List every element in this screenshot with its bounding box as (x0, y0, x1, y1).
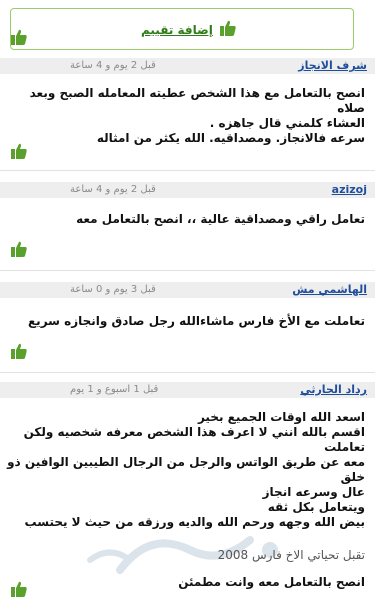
review-text: تعاملت مع الأخ فارس ماشاءالله رجل صادق و… (6, 314, 365, 329)
review-header: شرف الانجاز قبل 2 يوم و 4 ساعة (0, 58, 375, 74)
review-author-link[interactable]: الهاشمي مش (292, 283, 367, 296)
review-time: قبل 2 يوم و 4 ساعة (70, 184, 156, 195)
review-time: قبل 2 يوم و 4 ساعة (70, 60, 156, 71)
review-author-link[interactable]: azizoj (332, 183, 367, 196)
reply-text: انصح بالتعامل معه وانت مطمئن (178, 575, 365, 589)
review-author-link[interactable]: رداد الحارثي (300, 383, 367, 396)
review-header: رداد الحارثي قبل 1 اسبوع و 1 يوم (0, 382, 375, 398)
add-rating-label[interactable]: إضافة تقييم (141, 23, 213, 37)
add-rating-frame: إضافة تقييم (10, 8, 354, 50)
add-rating-button[interactable]: إضافة تقييم (141, 19, 237, 41)
review-line: انصح بالتعامل مع هذا الشخص عطيته المعامل… (29, 86, 365, 115)
review-line: اسعد الله اوقات الجميع بخير (197, 410, 365, 424)
review-line: معه عن طريق الواتس والرجل من الرجال الطي… (7, 455, 365, 484)
thumbs-up-icon[interactable] (10, 580, 28, 602)
thumbs-up-icon[interactable] (10, 28, 28, 50)
thumbs-up-icon (219, 19, 237, 41)
review-line: سرعه فالانجاز. ومصداقيه. الله يكثر من ام… (96, 131, 365, 145)
review-author-link[interactable]: شرف الانجاز (298, 59, 367, 72)
review-line: اقسم بالله انني لا اعرف هذا الشخص معرفه … (23, 425, 365, 454)
reply-label: تقبل تحياتي الاخ فارس 2008 (217, 548, 365, 562)
thumbs-up-icon[interactable] (10, 342, 28, 364)
review-header: الهاشمي مش قبل 3 يوم و 0 ساعة (0, 282, 375, 298)
thumbs-up-icon[interactable] (10, 142, 28, 164)
review-text: اسعد الله اوقات الجميع بخير اقسم بالله ا… (6, 410, 365, 530)
divider (0, 270, 375, 271)
review-text: تعامل راقي ومصداقية عالية ،، انصح بالتعا… (6, 212, 365, 227)
review-line: عال وسرعه انجاز (262, 485, 365, 499)
divider (0, 170, 375, 171)
divider (0, 372, 375, 373)
review-line: العشاء كلمني قال جاهزه . (209, 116, 365, 130)
review-header: azizoj قبل 2 يوم و 4 ساعة (0, 182, 375, 198)
thumbs-up-icon[interactable] (10, 240, 28, 262)
review-line: تعامل راقي ومصداقية عالية ،، انصح بالتعا… (76, 212, 365, 226)
review-time: قبل 1 اسبوع و 1 يوم (70, 384, 159, 395)
review-line: ويتعامل بكل ثقه (267, 500, 365, 514)
review-time: قبل 3 يوم و 0 ساعة (70, 284, 156, 295)
review-line: تعاملت مع الأخ فارس ماشاءالله رجل صادق و… (27, 314, 365, 328)
review-text: انصح بالتعامل مع هذا الشخص عطيته المعامل… (6, 86, 365, 146)
